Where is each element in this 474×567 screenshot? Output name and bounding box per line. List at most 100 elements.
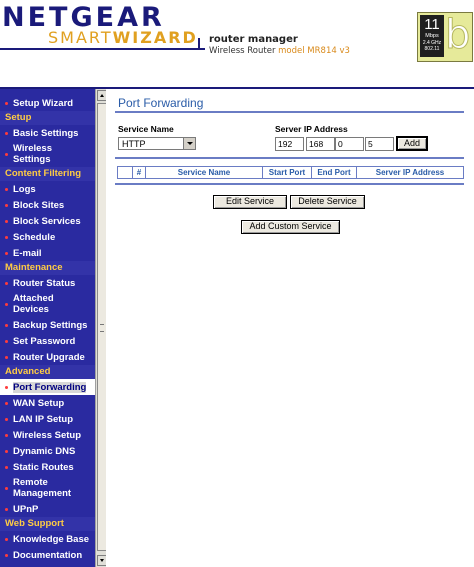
router-model-line: Wireless Router model MR814 v3	[209, 46, 350, 56]
sidebar-item-router-status[interactable]: Router Status	[0, 275, 95, 291]
sidebar-item-block-services[interactable]: Block Services	[0, 213, 95, 229]
sidebar-item-label: Basic Settings	[13, 127, 79, 139]
header: NETGEAR SMARTWIZARD router manager Wirel…	[0, 0, 474, 89]
title-divider	[115, 111, 464, 113]
sidebar-item-router-upgrade[interactable]: Router Upgrade	[0, 349, 95, 365]
scroll-grip-icon	[100, 324, 104, 332]
bullet-icon	[5, 131, 8, 135]
sidebar: Setup Wizard Setup Basic Settings Wireless …	[0, 89, 95, 567]
sidebar-item-label: WAN Setup	[13, 397, 65, 409]
sidebar-item-wan-setup[interactable]: WAN Setup	[0, 395, 95, 411]
bullet-icon	[5, 486, 8, 490]
sidebar-item-lan-ip-setup[interactable]: LAN IP Setup	[0, 411, 95, 427]
sidebar-nav: Setup Wizard Setup Basic Settings Wireless …	[0, 95, 95, 563]
sidebar-item-wireless-setup[interactable]: Wireless Setup	[0, 427, 95, 443]
chevron-down-icon[interactable]	[183, 138, 195, 149]
service-select-value: HTTP	[122, 139, 146, 149]
bullet-icon	[5, 251, 8, 255]
sidebar-item-backup-settings[interactable]: Backup Settings	[0, 317, 95, 333]
bullet-icon	[5, 281, 8, 285]
bullet-icon	[5, 152, 8, 156]
sidebar-item-schedule[interactable]: Schedule	[0, 229, 95, 245]
bullet-icon	[5, 417, 8, 421]
sidebar-item-block-sites[interactable]: Block Sites	[0, 197, 95, 213]
table-divider	[115, 183, 464, 185]
sidebar-item-dynamic-dns[interactable]: Dynamic DNS	[0, 443, 95, 459]
bullet-icon	[5, 219, 8, 223]
delete-service-button[interactable]: Delete Service	[290, 195, 365, 209]
ip-octet-2[interactable]: 168	[306, 137, 335, 151]
brand-sub-bold: WIZARD	[112, 28, 198, 47]
sidebar-item-label: Block Services	[13, 215, 81, 227]
sidebar-item-label: Wireless Settings	[13, 143, 52, 165]
sidebar-item-label: Static Routes	[13, 461, 74, 473]
sidebar-section-content-filtering: Content Filtering	[0, 167, 95, 181]
sidebar-item-knowledge-base[interactable]: Knowledge Base	[0, 531, 95, 547]
sidebar-item-setup-wizard[interactable]: Setup Wizard	[0, 95, 95, 111]
col-start-port: Start Port	[262, 166, 312, 179]
col-number: #	[132, 166, 146, 179]
sidebar-item-documentation[interactable]: Documentation	[0, 547, 95, 563]
ip-octet-1[interactable]: 192	[275, 137, 304, 151]
speed-badge: 11 Mbps 2.4 GHz 802.11	[420, 15, 444, 57]
bullet-icon	[5, 465, 8, 469]
add-custom-service-button[interactable]: Add Custom Service	[241, 220, 340, 234]
badge-speed: 11	[424, 16, 440, 33]
bullet-icon	[5, 203, 8, 207]
sidebar-section-web-support: Web Support	[0, 517, 95, 531]
sidebar-section-advanced: Advanced	[0, 365, 95, 379]
bullet-icon	[5, 537, 8, 541]
form-divider	[115, 157, 464, 159]
router-model: model MR814 v3	[278, 46, 350, 56]
sidebar-item-label: Set Password	[13, 335, 76, 347]
sidebar-item-label: Backup Settings	[13, 319, 88, 331]
bullet-icon	[5, 323, 8, 327]
bullet-icon	[5, 553, 8, 557]
bullet-icon	[5, 355, 8, 359]
sidebar-item-label: Documentation	[13, 549, 83, 561]
ip-octet-4[interactable]: 5	[365, 137, 394, 151]
bullet-icon	[5, 187, 8, 191]
bullet-icon	[5, 302, 8, 306]
sidebar-item-attached-devices[interactable]: Attached Devices	[0, 291, 95, 317]
sidebar-item-remote-management[interactable]: Remote Management	[0, 475, 95, 501]
sidebar-item-static-routes[interactable]: Static Routes	[0, 459, 95, 475]
sidebar-item-set-password[interactable]: Set Password	[0, 333, 95, 349]
sidebar-item-label: Router Upgrade	[13, 351, 85, 363]
sidebar-item-upnp[interactable]: UPnP	[0, 501, 95, 517]
sidebar-item-label: Port Forwarding	[13, 381, 87, 393]
page-title: Port Forwarding	[118, 96, 204, 110]
sidebar-item-label: Setup Wizard	[13, 97, 74, 109]
ip-octet-3[interactable]: 0	[335, 137, 364, 151]
sidebar-item-label: UPnP	[13, 503, 39, 515]
main-content: Port Forwarding Service Name Server IP A…	[106, 89, 474, 567]
add-button[interactable]: Add	[396, 136, 428, 151]
service-select[interactable]: HTTP	[118, 137, 196, 150]
badge-standard: 802.11	[424, 46, 440, 52]
sidebar-item-label: Knowledge Base	[13, 533, 90, 545]
sidebar-item-label: Attached Devices	[13, 293, 54, 315]
sidebar-item-e-mail[interactable]: E-mail	[0, 245, 95, 261]
bullet-icon	[5, 433, 8, 437]
logo-underline-tail	[198, 38, 200, 50]
edit-service-button[interactable]: Edit Service	[213, 195, 287, 209]
sidebar-item-logs[interactable]: Logs	[0, 181, 95, 197]
sidebar-section-maintenance: Maintenance	[0, 261, 95, 275]
bullet-icon	[5, 449, 8, 453]
sidebar-item-label: LAN IP Setup	[13, 413, 73, 425]
sidebar-section-setup: Setup	[0, 111, 95, 125]
smartwizard-logo: SMARTWIZARD	[48, 29, 198, 47]
router-subtitle: Wireless Router	[209, 46, 276, 56]
bullet-icon	[5, 507, 8, 511]
router-manager-title: router manager	[209, 34, 298, 45]
sidebar-item-label: Router Status	[13, 277, 76, 289]
sidebar-item-port-forwarding[interactable]: Port Forwarding	[0, 379, 95, 395]
col-end-port: End Port	[311, 166, 357, 179]
col-server-ip: Server IP Address	[356, 166, 464, 179]
sidebar-item-label: Logs	[13, 183, 36, 195]
sidebar-item-label: Block Sites	[13, 199, 65, 211]
sidebar-item-basic-settings[interactable]: Basic Settings	[0, 125, 95, 141]
sidebar-item-wireless-settings[interactable]: Wireless Settings	[0, 141, 95, 167]
sidebar-item-label: E-mail	[13, 247, 42, 259]
sidebar-item-label: Schedule	[13, 231, 56, 243]
